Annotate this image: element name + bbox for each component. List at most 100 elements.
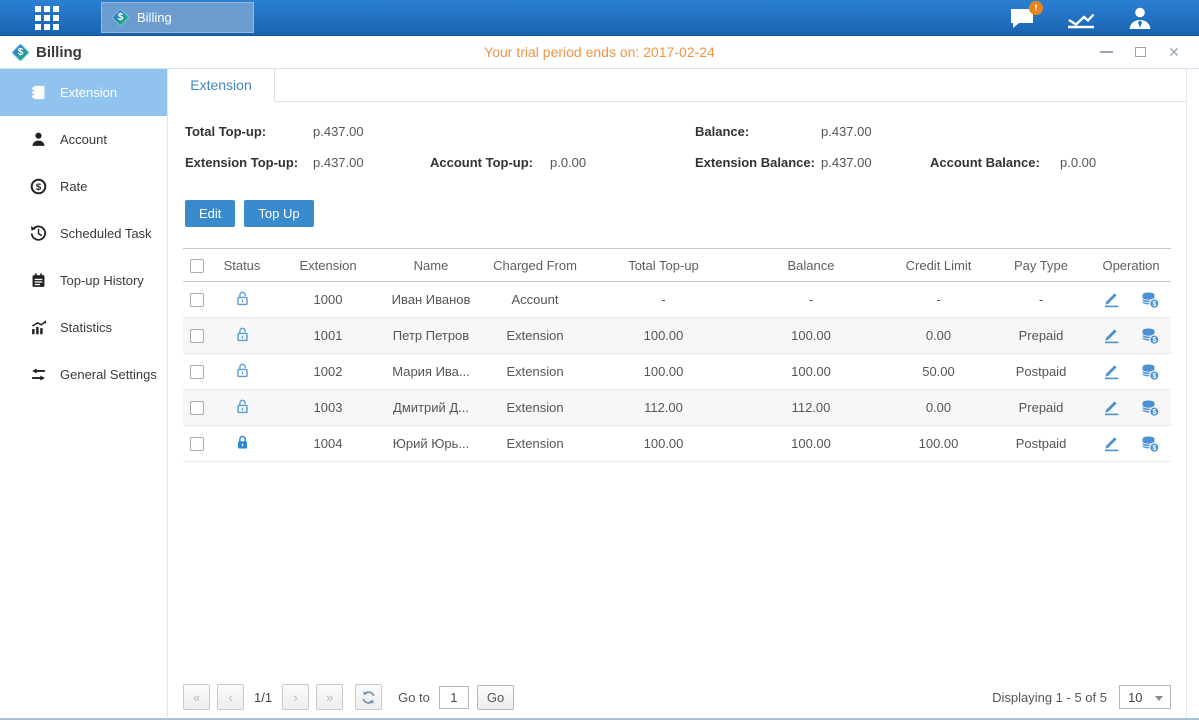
tab-extension[interactable]: Extension bbox=[168, 69, 275, 102]
billing-diamond-icon: $ bbox=[12, 44, 29, 61]
page-size-select[interactable]: 10 bbox=[1119, 685, 1171, 709]
top-up-button[interactable]: Top Up bbox=[244, 200, 313, 227]
row-checkbox[interactable] bbox=[190, 293, 204, 307]
extensions-table: Status Extension Name Charged From Total… bbox=[183, 248, 1171, 462]
cell-balance: 112.00 bbox=[736, 390, 886, 426]
cell-balance: 100.00 bbox=[736, 426, 886, 462]
row-checkbox[interactable] bbox=[190, 401, 204, 415]
refresh-icon bbox=[361, 690, 376, 705]
lock-status-icon[interactable] bbox=[235, 398, 250, 415]
window-title-bar: $ Billing Your trial period ends on: 201… bbox=[0, 36, 1199, 69]
rate-dollar-icon: $ bbox=[30, 178, 47, 195]
sidebar-item-scheduled-task[interactable]: Scheduled Task bbox=[0, 210, 167, 257]
minimize-button[interactable] bbox=[1099, 45, 1113, 59]
row-checkbox[interactable] bbox=[190, 437, 204, 451]
billing-diamond-icon: $ bbox=[112, 9, 129, 26]
app-window: $ Billing ! $ Billing Your trial period … bbox=[0, 0, 1199, 720]
window-title-text: Billing bbox=[36, 44, 82, 61]
cell-pay-type: Postpaid bbox=[991, 426, 1091, 462]
select-all-checkbox[interactable] bbox=[190, 259, 204, 273]
billing-app-tab[interactable]: $ Billing bbox=[101, 2, 254, 33]
balance-summary: Total Top-up: p.437.00 Balance: p.437.00… bbox=[185, 116, 1186, 178]
topup-coins-icon[interactable]: $ bbox=[1140, 435, 1160, 453]
lock-status-icon[interactable] bbox=[235, 434, 250, 451]
refresh-button[interactable] bbox=[355, 684, 382, 710]
edit-icon[interactable] bbox=[1102, 399, 1121, 416]
lock-status-icon[interactable] bbox=[235, 362, 250, 379]
topup-coins-icon[interactable]: $ bbox=[1140, 399, 1160, 417]
page-size-value: 10 bbox=[1128, 690, 1142, 705]
scheduled-task-clock-icon bbox=[30, 225, 47, 242]
tab-bar: Extension bbox=[168, 69, 1186, 102]
account-balance-value: p.0.00 bbox=[1060, 155, 1186, 170]
last-page-button[interactable]: » bbox=[316, 684, 343, 710]
svg-text:$: $ bbox=[1152, 445, 1156, 452]
edit-icon[interactable] bbox=[1102, 291, 1121, 308]
col-status: Status bbox=[211, 249, 273, 282]
col-extension: Extension bbox=[273, 249, 383, 282]
table-row: 1002 Мария Ива... Extension 100.00 100.0… bbox=[183, 354, 1171, 390]
svg-text:$: $ bbox=[1152, 373, 1156, 380]
cell-charged-from: Account bbox=[479, 282, 591, 318]
sidebar-item-account[interactable]: Account bbox=[0, 116, 167, 163]
reports-chart-icon[interactable] bbox=[1066, 7, 1096, 29]
sidebar-item-label: Account bbox=[60, 132, 107, 147]
balance-label: Balance: bbox=[695, 124, 821, 139]
lock-status-icon[interactable] bbox=[235, 326, 250, 343]
svg-text:$: $ bbox=[1152, 409, 1156, 416]
edit-icon[interactable] bbox=[1102, 435, 1121, 452]
col-pay-type: Pay Type bbox=[991, 249, 1091, 282]
topup-coins-icon[interactable]: $ bbox=[1140, 291, 1160, 309]
messages-icon[interactable]: ! bbox=[1009, 7, 1035, 29]
cell-credit-limit: 0.00 bbox=[886, 318, 991, 354]
table-row: 1001 Петр Петров Extension 100.00 100.00… bbox=[183, 318, 1171, 354]
cell-pay-type: Prepaid bbox=[991, 318, 1091, 354]
cell-credit-limit: 50.00 bbox=[886, 354, 991, 390]
chevron-down-icon bbox=[1155, 696, 1163, 701]
next-page-button[interactable]: › bbox=[282, 684, 309, 710]
edit-icon[interactable] bbox=[1102, 363, 1121, 380]
page-indicator: 1/1 bbox=[254, 690, 272, 705]
main-content: Extension Total Top-up: p.437.00 Balance… bbox=[168, 69, 1187, 719]
sidebar-item-extension[interactable]: Extension bbox=[0, 69, 167, 116]
cell-charged-from: Extension bbox=[479, 390, 591, 426]
table-row: 1004 Юрий Юрь... Extension 100.00 100.00… bbox=[183, 426, 1171, 462]
trial-notice: Your trial period ends on: 2017-02-24 bbox=[0, 44, 1199, 60]
edit-icon[interactable] bbox=[1102, 327, 1121, 344]
cell-total-topup: 100.00 bbox=[591, 318, 736, 354]
cell-name: Мария Ива... bbox=[383, 354, 479, 390]
maximize-button[interactable] bbox=[1133, 45, 1147, 59]
topup-coins-icon[interactable]: $ bbox=[1140, 363, 1160, 381]
first-page-button[interactable]: « bbox=[183, 684, 210, 710]
top-bar: $ Billing ! bbox=[0, 0, 1199, 36]
edit-button[interactable]: Edit bbox=[185, 200, 235, 227]
cell-total-topup: 100.00 bbox=[591, 354, 736, 390]
prev-page-button[interactable]: ‹ bbox=[217, 684, 244, 710]
pagination-bar: « ‹ 1/1 › » Go to Go Displaying 1 - 5 of… bbox=[168, 684, 1186, 719]
sidebar-item-rate[interactable]: $ Rate bbox=[0, 163, 167, 210]
sidebar-item-topup-history[interactable]: Top-up History bbox=[0, 257, 167, 304]
sidebar-item-label: Extension bbox=[60, 85, 117, 100]
svg-text:$: $ bbox=[36, 182, 42, 193]
app-grid-icon[interactable] bbox=[35, 6, 59, 30]
svg-text:$: $ bbox=[1152, 301, 1156, 308]
sidebar-item-general-settings[interactable]: General Settings bbox=[0, 351, 167, 398]
extension-topup-value: p.437.00 bbox=[313, 155, 430, 170]
table-row: 1000 Иван Иванов Account - - - - $ bbox=[183, 282, 1171, 318]
lock-status-icon[interactable] bbox=[235, 290, 250, 307]
sidebar-item-statistics[interactable]: Statistics bbox=[0, 304, 167, 351]
account-topup-value: p.0.00 bbox=[550, 155, 695, 170]
sidebar-item-label: Top-up History bbox=[60, 273, 144, 288]
close-button[interactable]: ✕ bbox=[1167, 45, 1181, 59]
user-account-icon[interactable] bbox=[1127, 6, 1153, 30]
go-button[interactable]: Go bbox=[477, 685, 514, 710]
topup-coins-icon[interactable]: $ bbox=[1140, 327, 1160, 345]
row-checkbox[interactable] bbox=[190, 329, 204, 343]
cell-total-topup: 112.00 bbox=[591, 390, 736, 426]
total-topup-value: p.437.00 bbox=[313, 124, 430, 139]
window-body: Extension Account $ Rate Scheduled Task … bbox=[0, 69, 1199, 719]
cell-name: Юрий Юрь... bbox=[383, 426, 479, 462]
row-checkbox[interactable] bbox=[190, 365, 204, 379]
table-header-row: Status Extension Name Charged From Total… bbox=[183, 249, 1171, 282]
goto-page-input[interactable] bbox=[439, 686, 469, 709]
